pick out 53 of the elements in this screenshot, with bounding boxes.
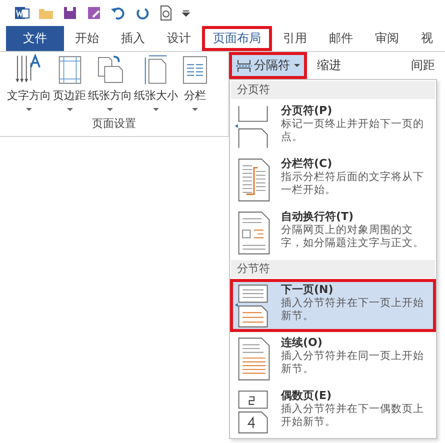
breaks-button[interactable]: 分隔符 bbox=[229, 52, 307, 79]
menu-item[interactable]: 自动换行符(T) 分隔网页上的对象周围的文字，如分隔题注文字与正文。 bbox=[230, 206, 436, 259]
caret-icon bbox=[66, 108, 72, 112]
menu-item-title: 连续(O) bbox=[281, 336, 324, 350]
menu-item-description: 标记一页终止并开始下一页的点。 bbox=[281, 118, 425, 144]
menu-item-description: 分隔网页上的对象周围的文字，如分隔题注文字与正文。 bbox=[281, 224, 425, 250]
print-preview-icon[interactable] bbox=[158, 5, 174, 21]
menu-item-title: 分栏符(C) bbox=[281, 157, 334, 171]
menu-item-description: 插入分节符并在下一偶数页上开始新节。 bbox=[281, 403, 425, 429]
menu-item[interactable]: 分页符(P) 标记一页终止并开始下一页的点。 bbox=[230, 100, 436, 153]
save-icon[interactable] bbox=[62, 5, 78, 21]
ribbon-tab[interactable]: 开始 bbox=[64, 26, 110, 51]
orientation-icon bbox=[95, 54, 125, 86]
ribbon-button[interactable]: 文字方向 bbox=[6, 54, 52, 112]
word-logo-icon[interactable] bbox=[14, 5, 30, 21]
ribbon-tab[interactable]: 审阅 bbox=[364, 26, 410, 51]
ribbon-button[interactable]: 分栏 bbox=[179, 54, 211, 112]
menu-item-description: 插入分节符并在同一页上开始新节。 bbox=[281, 350, 425, 376]
menu-section-header: 分节符 bbox=[231, 260, 435, 278]
indent-label: 缩进 bbox=[317, 57, 341, 74]
ribbon-tab[interactable]: 插入 bbox=[110, 26, 156, 51]
menu-item-description: 指示分栏符后面的文字将从下一栏开始。 bbox=[281, 171, 425, 197]
menu-item-title: 自动换行符(T) bbox=[281, 210, 355, 224]
menu-item[interactable]: 下一页(N) 插入分节符并在下一页上开始新节。 bbox=[230, 279, 436, 332]
columns-icon bbox=[180, 54, 210, 86]
ribbon-button[interactable]: 纸张大小 bbox=[133, 54, 179, 112]
caret-icon bbox=[294, 64, 300, 68]
file-tab[interactable]: 文件 bbox=[6, 26, 64, 51]
ribbon-tab[interactable]: 视 bbox=[410, 26, 444, 51]
ribbon-button[interactable]: 页边距 bbox=[52, 54, 87, 112]
save-as-icon[interactable] bbox=[86, 5, 102, 21]
ribbon-button[interactable]: 纸张方向 bbox=[87, 54, 133, 112]
menu-item-title: 偶数页(E) bbox=[281, 389, 333, 403]
breaks-icon bbox=[236, 58, 252, 72]
caret-icon bbox=[26, 108, 32, 112]
ribbon-tab[interactable]: 引用 bbox=[272, 26, 318, 51]
caret-icon bbox=[192, 108, 198, 112]
spacing-label: 间距 bbox=[411, 57, 435, 74]
menu-item[interactable]: 连续(O) 插入分节符并在同一页上开始新节。 bbox=[230, 332, 436, 385]
menu-item[interactable]: 分栏符(C) 指示分栏符后面的文字将从下一栏开始。 bbox=[230, 153, 436, 206]
menu-item-description: 插入分节符并在下一页上开始新节。 bbox=[281, 297, 425, 323]
ribbon-tab[interactable]: 页面布局 bbox=[202, 26, 272, 51]
caret-icon bbox=[153, 108, 159, 112]
ribbon-tab[interactable]: 设计 bbox=[156, 26, 202, 51]
ribbon-tab[interactable]: 邮件 bbox=[318, 26, 364, 51]
menu-item-title: 下一页(N) bbox=[281, 283, 334, 297]
menu-item-title: 分页符(P) bbox=[281, 104, 334, 118]
menu-item[interactable]: 偶数页(E) 插入分节符并在下一偶数页上开始新节。 bbox=[230, 385, 436, 438]
caret-icon bbox=[107, 108, 113, 112]
menu-section-header: 分页符 bbox=[231, 81, 435, 99]
group-label: 页面设置 bbox=[91, 116, 137, 131]
customize-caret-icon[interactable] bbox=[182, 9, 190, 17]
undo-icon[interactable] bbox=[110, 5, 126, 21]
